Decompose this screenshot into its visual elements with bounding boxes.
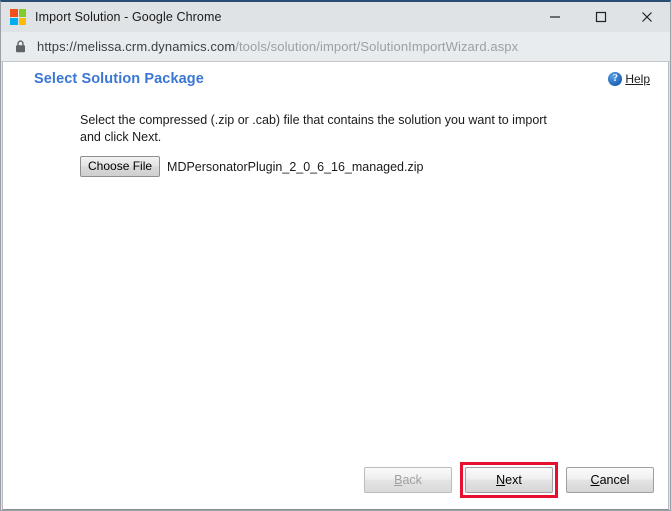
browser-window: Import Solution - Google Chrome https://… <box>0 0 671 511</box>
choose-file-button[interactable]: Choose File <box>80 156 161 177</box>
wizard-footer: Back Next Cancel <box>3 461 668 509</box>
window-title: Import Solution - Google Chrome <box>35 10 222 24</box>
wizard-step-body: Select the compressed (.zip or .cab) fil… <box>3 100 668 461</box>
title-bar: Import Solution - Google Chrome <box>1 2 670 32</box>
cancel-button-label: ancel <box>599 473 630 487</box>
file-picker-row: Choose File MDPersonatorPlugin_2_0_6_16_… <box>80 156 423 177</box>
back-button-accel: B <box>394 473 403 487</box>
close-icon[interactable] <box>624 2 670 32</box>
help-link[interactable]: ? Help <box>608 72 650 86</box>
page-title: Select Solution Package <box>34 71 204 87</box>
minimize-icon[interactable] <box>532 2 578 32</box>
instruction-text: Select the compressed (.zip or .cab) fil… <box>80 113 547 144</box>
page-header: Select Solution Package ? Help <box>3 62 668 100</box>
back-button-label: ack <box>402 473 422 487</box>
microsoft-logo-icon <box>10 9 26 25</box>
cancel-button-wrap: Cancel <box>566 467 654 493</box>
back-button-wrap: Back <box>364 467 452 493</box>
help-label: Help <box>625 72 650 86</box>
address-bar[interactable]: https://melissa.crm.dynamics.com/tools/s… <box>1 32 670 62</box>
lock-icon <box>14 40 26 54</box>
cancel-button-accel: C <box>590 473 600 487</box>
next-button[interactable]: Next <box>465 467 553 493</box>
url-path: /tools/solution/import/SolutionImportWiz… <box>235 39 519 54</box>
cancel-button[interactable]: Cancel <box>566 467 654 493</box>
help-circle-icon: ? <box>608 72 623 86</box>
page-content: Select Solution Package ? Help Select th… <box>2 62 669 510</box>
next-button-label: ext <box>505 473 522 487</box>
url-text: https://melissa.crm.dynamics.com/tools/s… <box>37 39 518 54</box>
window-controls <box>532 2 670 32</box>
wizard-button-row: Back Next Cancel <box>364 462 654 498</box>
url-origin: https://melissa.crm.dynamics.com <box>37 39 236 54</box>
back-button[interactable]: Back <box>364 467 452 493</box>
maximize-icon[interactable] <box>578 2 624 32</box>
next-button-accel: N <box>496 473 506 487</box>
selected-file-name: MDPersonatorPlugin_2_0_6_16_managed.zip <box>167 159 424 174</box>
next-button-highlight-box: Next <box>460 462 558 498</box>
